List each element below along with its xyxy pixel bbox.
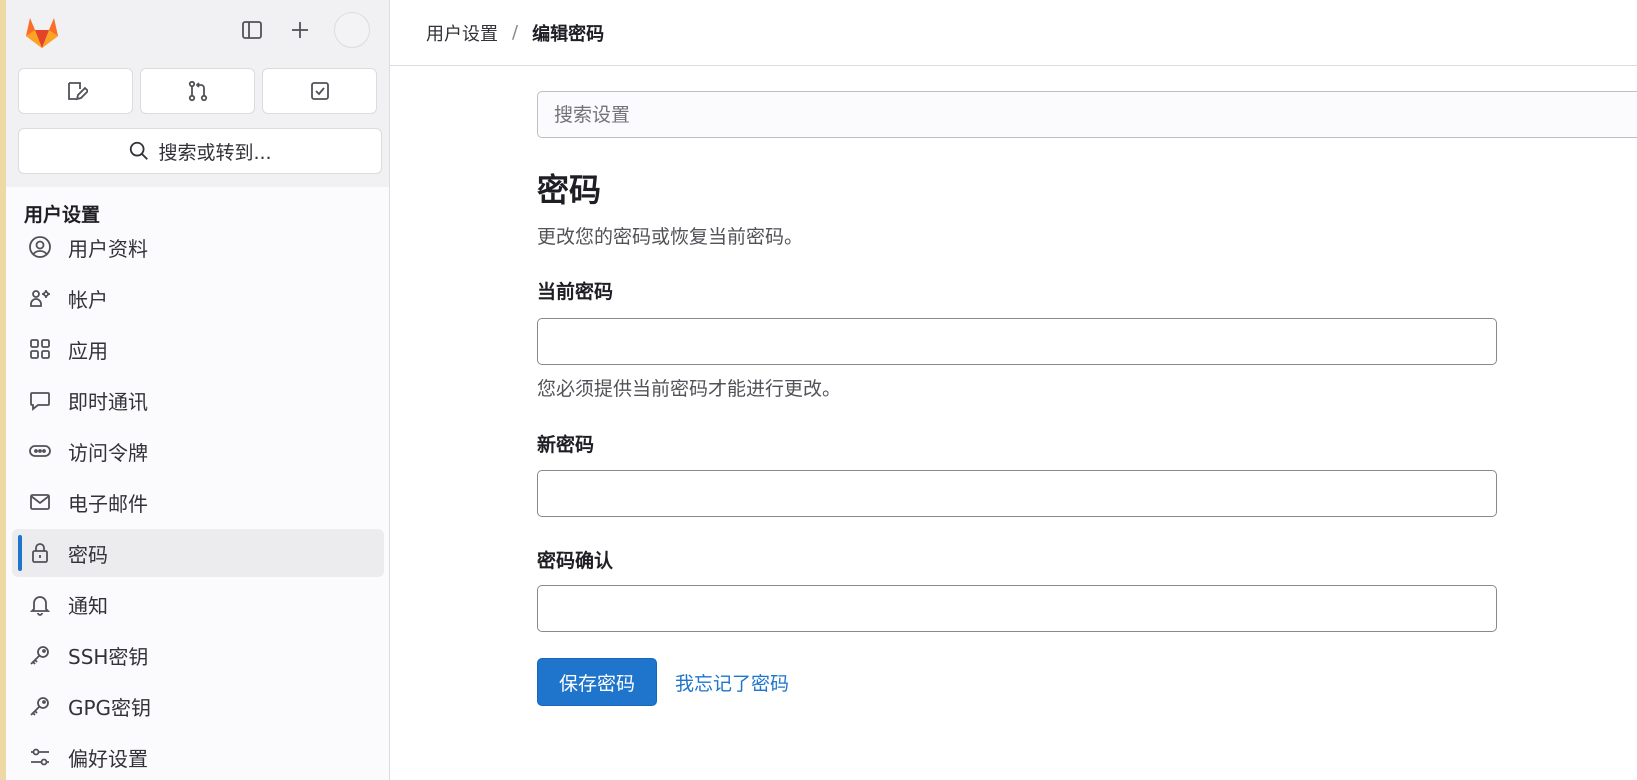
confirm-password-label: 密码确认 — [537, 550, 614, 572]
todo-icon — [310, 82, 329, 100]
sidebar-item-emails[interactable]: 电子邮件 — [12, 478, 384, 526]
key-icon — [28, 694, 52, 718]
breadcrumb: 用户设置 / 编辑密码 — [390, 0, 1637, 66]
search-goto-button[interactable]: 搜索或转到... — [18, 128, 382, 174]
sidebar-item-label: 即时通讯 — [68, 389, 148, 414]
settings-search-input[interactable] — [537, 91, 1637, 138]
sidebar-item-label: 电子邮件 — [68, 491, 148, 516]
applications-icon — [28, 337, 52, 361]
sidebar-item-access-tokens[interactable]: 访问令牌 — [12, 427, 384, 475]
bell-icon — [28, 592, 52, 616]
sidebar-item-account[interactable]: 帐户 — [12, 274, 384, 322]
sidebar-item-profile[interactable]: 用户资料 — [12, 223, 384, 271]
profile-icon — [28, 235, 52, 259]
sidebar-item-preferences[interactable]: 偏好设置 — [12, 733, 384, 780]
lock-icon — [28, 541, 52, 565]
breadcrumb-parent[interactable]: 用户设置 — [426, 20, 498, 46]
sidebar: 搜索或转到... 用户设置 用户资料 帐户 应用 即时通讯 访问令牌 电子邮件 … — [6, 0, 390, 780]
issues-icon — [67, 82, 88, 101]
breadcrumb-current: 编辑密码 — [532, 23, 605, 45]
sidebar-item-applications[interactable]: 应用 — [12, 325, 384, 373]
page-description: 更改您的密码或恢复当前密码。 — [537, 226, 804, 248]
current-password-help: 您必须提供当前密码才能进行更改。 — [537, 378, 842, 400]
token-icon — [28, 439, 52, 463]
sidebar-item-chat[interactable]: 即时通讯 — [12, 376, 384, 424]
sidebar-toggle-icon[interactable] — [234, 12, 270, 48]
sidebar-item-label: 密码 — [68, 542, 108, 567]
page-title: 密码 — [537, 171, 602, 209]
new-password-field[interactable] — [537, 470, 1497, 517]
current-password-label: 当前密码 — [537, 281, 614, 303]
chat-icon — [28, 388, 52, 412]
sidebar-item-label: SSH密钥 — [68, 644, 149, 669]
search-icon — [130, 141, 149, 160]
sidebar-nav: 用户资料 帐户 应用 即时通讯 访问令牌 电子邮件 密码 通知 SSH密钥 GP… — [12, 223, 384, 780]
mail-icon — [28, 490, 52, 514]
avatar[interactable] — [334, 12, 370, 48]
new-password-label: 新密码 — [537, 434, 595, 456]
breadcrumb-separator: / — [512, 22, 519, 43]
sidebar-item-gpg-keys[interactable]: GPG密钥 — [12, 682, 384, 730]
merge-request-icon — [188, 80, 207, 102]
current-password-field[interactable] — [537, 318, 1497, 365]
search-goto-label: 搜索或转到... — [158, 141, 272, 164]
merge-requests-button[interactable] — [140, 68, 255, 114]
forgot-password-link[interactable]: 我忘记了密码 — [675, 669, 789, 696]
sidebar-item-notifications[interactable]: 通知 — [12, 580, 384, 628]
plus-icon[interactable] — [282, 12, 318, 48]
gitlab-logo-icon[interactable] — [22, 12, 62, 52]
issues-button[interactable] — [18, 68, 133, 114]
confirm-password-field[interactable] — [537, 585, 1497, 632]
sidebar-item-label: 应用 — [68, 338, 108, 363]
sidebar-item-ssh-keys[interactable]: SSH密钥 — [12, 631, 384, 679]
sidebar-item-label: 帐户 — [68, 287, 108, 312]
todo-button[interactable] — [262, 68, 377, 114]
key-icon — [28, 643, 52, 667]
save-password-button[interactable]: 保存密码 — [537, 658, 657, 706]
account-icon — [28, 286, 52, 310]
sidebar-header: 搜索或转到... — [6, 0, 389, 187]
sidebar-item-label: 用户资料 — [68, 236, 148, 261]
sidebar-item-label: 偏好设置 — [68, 746, 148, 771]
sidebar-item-label: 访问令牌 — [68, 440, 148, 465]
sidebar-item-label: GPG密钥 — [68, 695, 152, 720]
sidebar-item-password[interactable]: 密码 — [12, 529, 384, 577]
sidebar-item-label: 通知 — [68, 593, 108, 618]
preferences-icon — [28, 745, 52, 769]
